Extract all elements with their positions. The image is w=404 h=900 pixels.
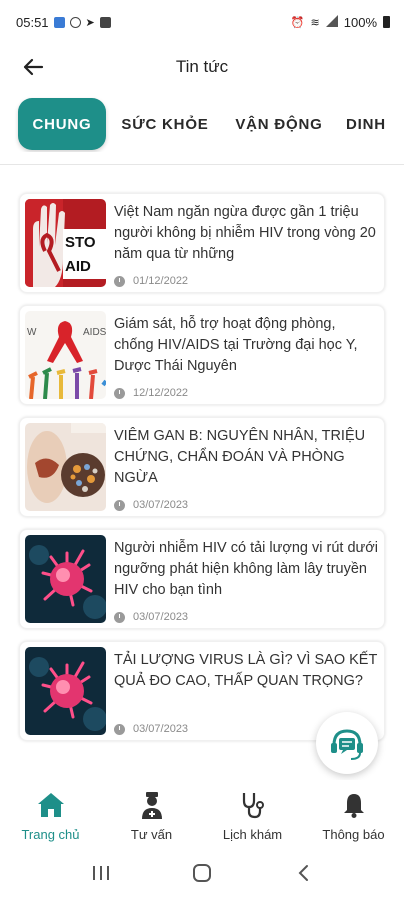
recent-apps-icon (92, 865, 109, 880)
tab-chung[interactable]: CHUNG (18, 98, 106, 150)
nav-home[interactable]: Trang chủ (0, 780, 101, 842)
news-date: 12/12/2022 (114, 387, 188, 399)
chevron-left-icon (298, 864, 309, 881)
system-nav-bar (0, 845, 404, 900)
app-notification-icon (53, 16, 65, 28)
news-card-body: VIÊM GAN B: NGUYÊN NHÂN, TRIỆU CHỨNG, CH… (114, 423, 379, 511)
doctor-icon (137, 790, 167, 819)
news-card-body: Người nhiễm HIV có tải lượng vi rút dưới… (114, 535, 379, 623)
clock-icon (114, 611, 125, 623)
news-card[interactable]: STO AID Việt Nam ngăn ngừa được gần 1 tr… (19, 193, 385, 293)
news-thumbnail (25, 423, 106, 511)
battery-percent: 100% (343, 14, 377, 30)
news-card[interactable]: W AIDS Giám sát, hỗ trợ hoạt động phòng,… (19, 305, 385, 405)
news-card[interactable]: VIÊM GAN B: NGUYÊN NHÂN, TRIỆU CHỨNG, CH… (19, 417, 385, 517)
nav-consult-label: Tư vấn (130, 827, 173, 842)
news-thumbnail: W AIDS (25, 311, 106, 399)
tab-dinh[interactable]: DINH (346, 98, 404, 150)
news-date: 03/07/2023 (114, 611, 188, 623)
alarm-icon: ⏰ (290, 16, 305, 29)
news-date: 03/07/2023 (114, 499, 188, 511)
status-bar: 05:51 ➤ ⏰ ≋ 100% (0, 0, 404, 44)
nav-consult[interactable]: Tư vấn (101, 780, 202, 842)
bell-icon (339, 790, 369, 819)
nav-notifications-label: Thông báo (322, 827, 385, 842)
circle-notification-icon (69, 16, 81, 28)
news-title: Việt Nam ngăn ngừa được gần 1 triệu ngườ… (114, 204, 376, 262)
page-title: Tin tức (175, 57, 229, 76)
headset-chat-icon (331, 729, 363, 760)
gallery-notification-icon (99, 16, 111, 28)
clock-icon (114, 275, 125, 287)
tab-van-dong[interactable]: VẬN ĐỘNG (228, 98, 330, 150)
news-card-body: Việt Nam ngăn ngừa được gần 1 triệu ngườ… (114, 199, 379, 287)
news-date-text: 03/07/2023 (133, 611, 189, 623)
news-date-text: 12/12/2022 (133, 387, 189, 399)
recent-apps-button[interactable] (81, 858, 121, 888)
arrow-left-icon (23, 58, 44, 76)
svg-text:W: W (27, 327, 37, 338)
home-square-icon (192, 863, 211, 882)
nav-appointments-label: Lịch khám (222, 827, 283, 842)
battery-icon (383, 16, 390, 28)
telegram-icon: ➤ (85, 16, 95, 29)
news-card-body: Giám sát, hỗ trợ hoạt động phòng, chống … (114, 311, 379, 399)
news-thumbnail: STO AID (25, 199, 106, 287)
thumb-text-aid: AID (65, 258, 91, 275)
news-title: Người nhiễm HIV có tải lượng vi rút dưới… (114, 540, 378, 598)
news-date: 01/12/2022 (114, 275, 188, 287)
clock-icon (114, 499, 125, 511)
app-header: Tin tức (0, 44, 404, 90)
status-left: 05:51 ➤ (16, 15, 111, 30)
news-title: Giám sát, hỗ trợ hoạt động phòng, chống … (114, 316, 358, 374)
news-date: 03/07/2023 (114, 723, 188, 735)
nav-home-label: Trang chủ (21, 827, 80, 842)
news-date-text: 03/07/2023 (133, 723, 189, 735)
news-thumbnail (25, 647, 106, 735)
nav-notifications[interactable]: Thông báo (303, 780, 404, 842)
wifi-icon: ≋ (310, 16, 320, 29)
status-right: ⏰ ≋ 100% (290, 14, 390, 30)
bottom-nav: Trang chủ Tư vấn Lịch khám Thông báo (0, 780, 404, 842)
thumb-text-sto: STO (65, 234, 96, 251)
news-title: VIÊM GAN B: NGUYÊN NHÂN, TRIỆU CHỨNG, CH… (114, 428, 366, 486)
support-chat-button[interactable] (316, 712, 378, 774)
news-title: TẢI LƯỢNG VIRUS LÀ GÌ? VÌ SAO KẾT QUẢ ĐO… (114, 652, 378, 689)
news-card[interactable]: Người nhiễm HIV có tải lượng vi rút dưới… (19, 529, 385, 629)
category-tabs: CHUNG SỨC KHỎE VẬN ĐỘNG DINH (0, 96, 404, 152)
news-thumbnail (25, 535, 106, 623)
clock-icon (114, 723, 125, 735)
back-button[interactable] (18, 52, 48, 82)
news-date-text: 03/07/2023 (133, 499, 189, 511)
svg-text:AIDS: AIDS (83, 327, 106, 338)
nav-appointments[interactable]: Lịch khám (202, 780, 303, 842)
tabs-divider (0, 164, 404, 165)
tab-suc-khoe[interactable]: SỨC KHỎE (116, 98, 214, 150)
home-icon (36, 790, 66, 819)
signal-icon (325, 14, 338, 30)
status-time: 05:51 (16, 14, 49, 30)
system-back-button[interactable] (283, 858, 323, 888)
news-date-text: 01/12/2022 (133, 275, 189, 287)
home-system-button[interactable] (182, 858, 222, 888)
clock-icon (114, 387, 125, 399)
stethoscope-icon (238, 790, 268, 819)
